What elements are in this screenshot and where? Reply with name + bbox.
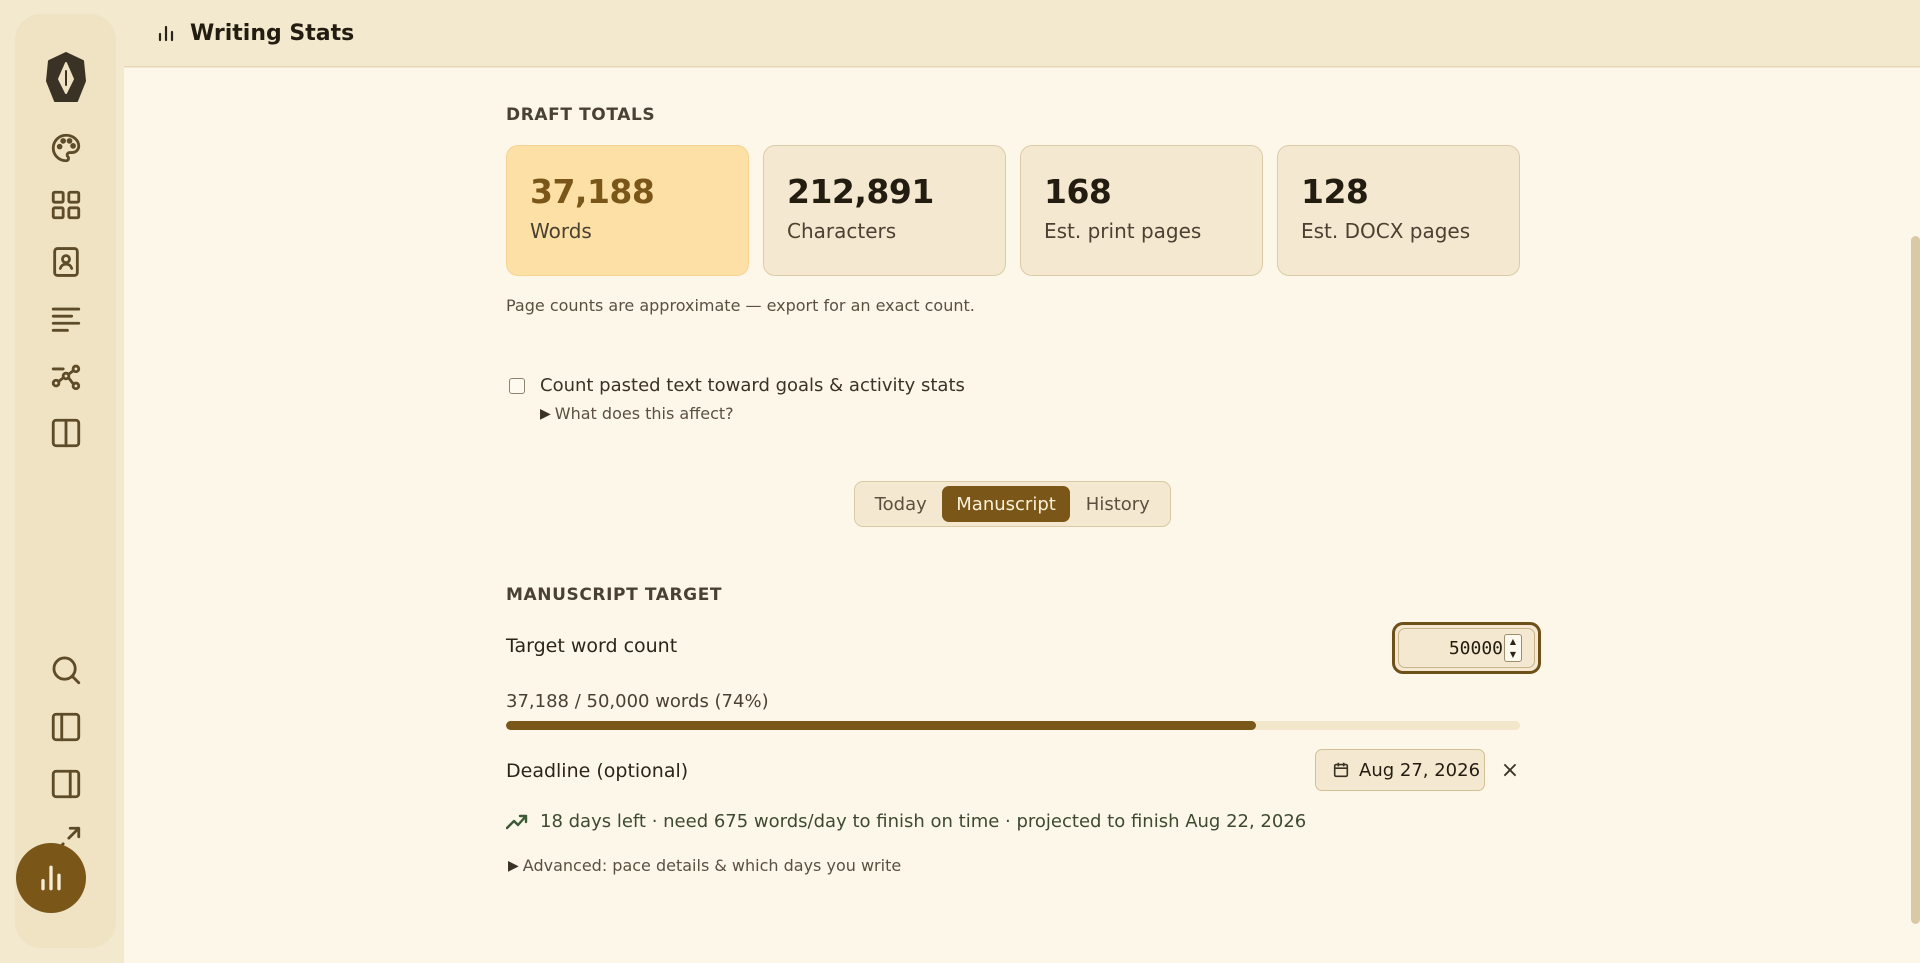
app-logo-icon[interactable] [15, 48, 116, 110]
advanced-disclosure[interactable]: ▶ Advanced: pace details & which days yo… [508, 856, 901, 875]
stat-label: Est. DOCX pages [1301, 219, 1471, 243]
disclosure-triangle-icon: ▶ [508, 857, 519, 874]
decrement-icon[interactable]: ▼ [1510, 650, 1516, 659]
tab-history[interactable]: History [1070, 486, 1166, 522]
bar-chart-icon[interactable] [16, 843, 86, 913]
stat-label: Characters [787, 219, 897, 243]
clear-deadline-button[interactable]: × [1496, 756, 1524, 784]
stat-value: 128 [1301, 172, 1369, 211]
stat-card-docx-pages: 128 Est. DOCX pages [1277, 145, 1520, 276]
count-pasted-label[interactable]: Count pasted text toward goals & activit… [540, 375, 965, 396]
progress-text: 37,188 / 50,000 words (74%) [506, 691, 769, 712]
trending-up-icon [506, 814, 528, 829]
disclosure-label: What does this affect? [554, 404, 734, 423]
number-spinner[interactable]: ▲ ▼ [1504, 634, 1522, 662]
align-left-icon[interactable] [15, 296, 116, 342]
deadline-date-value: Aug 27, 2026 [1359, 759, 1481, 781]
view-tabs: Today Manuscript History [854, 481, 1171, 527]
progress-fill [506, 721, 1257, 730]
target-word-count-label: Target word count [506, 635, 678, 657]
deadline-date-picker[interactable]: Aug 27, 2026 [1315, 749, 1485, 791]
pace-summary: 18 days left · need 675 words/day to fin… [506, 811, 1306, 832]
stat-value: 168 [1044, 172, 1112, 211]
search-icon[interactable] [15, 647, 116, 693]
contact-book-icon[interactable] [15, 239, 116, 285]
workflow-icon[interactable] [15, 353, 116, 399]
calendar-icon [1333, 762, 1349, 778]
stat-card-print-pages: 168 Est. print pages [1020, 145, 1263, 276]
draft-totals-heading: DRAFT TOTALS [506, 105, 656, 125]
target-word-count-value: 50000 [1448, 637, 1503, 659]
header-bar: Writing Stats [124, 0, 1920, 67]
stat-value: 37,188 [530, 172, 655, 211]
stats-icon [158, 25, 174, 42]
target-word-count-input[interactable]: 50000 ▲ ▼ [1392, 622, 1541, 674]
stat-label: Words [530, 219, 592, 243]
sidebar-left-icon[interactable] [15, 704, 116, 750]
manuscript-target-heading: MANUSCRIPT TARGET [506, 585, 723, 605]
grid-icon[interactable] [15, 182, 116, 228]
tab-today[interactable]: Today [859, 486, 942, 522]
deadline-label: Deadline (optional) [506, 760, 689, 782]
tab-manuscript[interactable]: Manuscript [942, 486, 1070, 522]
page-title: Writing Stats [190, 20, 355, 46]
stat-card-characters: 212,891 Characters [763, 145, 1006, 276]
what-affects-disclosure[interactable]: ▶ What does this affect? [540, 404, 734, 423]
paste-option-row: Count pasted text toward goals & activit… [509, 375, 965, 396]
icon-rail [15, 14, 116, 948]
stat-value: 212,891 [787, 172, 934, 211]
advanced-disclosure-label: Advanced: pace details & which days you … [522, 856, 902, 875]
progress-bar [506, 721, 1520, 730]
disclosure-triangle-icon: ▶ [540, 405, 551, 422]
count-pasted-checkbox[interactable] [509, 377, 525, 394]
palette-icon[interactable] [15, 125, 116, 171]
main-panel: DRAFT TOTALS 37,188 Words 212,891 Charac… [124, 68, 1920, 963]
stat-card-words: 37,188 Words [506, 145, 749, 276]
scrollbar[interactable] [1911, 236, 1920, 924]
increment-icon[interactable]: ▲ [1510, 637, 1516, 646]
pace-text: 18 days left · need 675 words/day to fin… [540, 811, 1307, 832]
page-count-note: Page counts are approximate — export for… [506, 296, 975, 315]
sidebar-right-icon[interactable] [15, 761, 116, 807]
split-view-icon[interactable] [15, 410, 116, 456]
stat-label: Est. print pages [1044, 219, 1202, 243]
